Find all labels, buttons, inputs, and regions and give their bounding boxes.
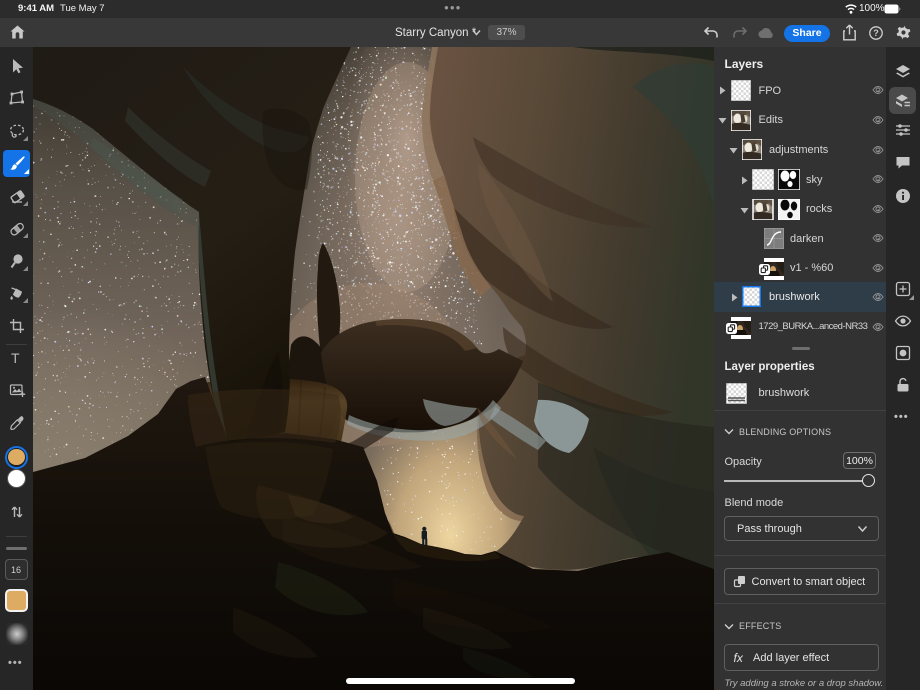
svg-text:?: ? [873,28,879,38]
